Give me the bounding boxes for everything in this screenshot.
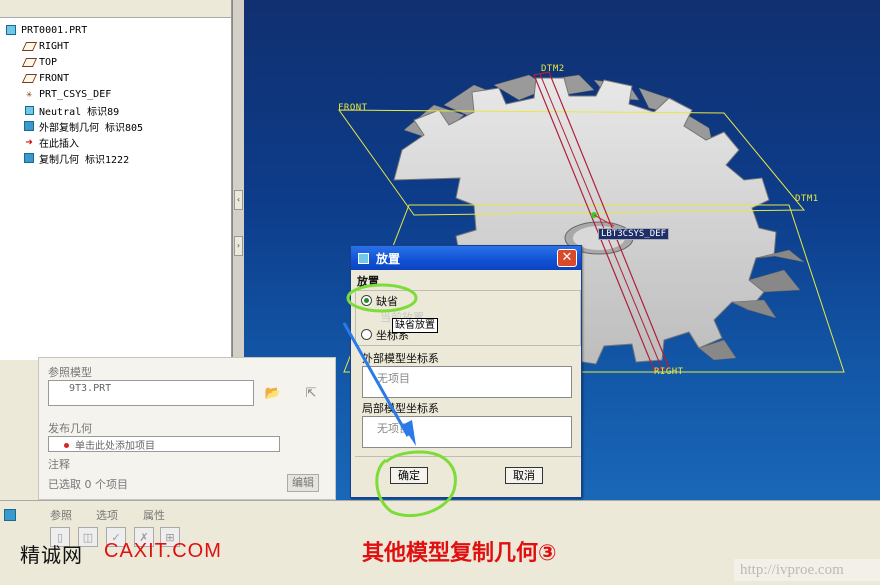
tree-item-front[interactable]: FRONT xyxy=(21,70,70,86)
publish-geom-field[interactable]: 单击此处添加项目 xyxy=(48,436,280,452)
dialog-app-icon xyxy=(358,252,369,264)
ok-button[interactable]: 确定 xyxy=(390,467,428,484)
collapse-left-icon[interactable]: ‹ xyxy=(234,190,243,210)
tree-item-top[interactable]: TOP xyxy=(21,54,58,70)
publish-geom-label: 发布几何 xyxy=(48,422,92,435)
insert-here-arrow-icon: ➜ xyxy=(25,135,33,149)
copy-geometry-icon xyxy=(22,152,36,164)
model-tree-panel: PRT0001.PRT RIGHT TOP FRONT ✳ PRT_CSYS_D… xyxy=(0,0,232,360)
tree-item-label: TOP xyxy=(39,56,58,68)
datum-label-front[interactable]: FRONT xyxy=(338,103,368,113)
expand-right-icon[interactable]: › xyxy=(234,236,243,256)
dialog-title: 放置 xyxy=(376,251,401,266)
tree-item-part[interactable]: PRT0001.PRT xyxy=(4,22,87,38)
external-csys-field[interactable]: 无项目 xyxy=(362,366,572,398)
bottom-dashboard-bar: 参照 选项 属性 ▯ ◫ ✓ ✗ ⊞ 精诚网 CAXIT.COM 其他模型复制几… xyxy=(0,500,880,585)
local-csys-field[interactable]: 无项目 xyxy=(362,416,572,448)
datum-label-dtm2[interactable]: DTM2 xyxy=(541,64,565,74)
datum-plane-icon xyxy=(21,56,37,68)
external-csys-label: 外部模型坐标系 xyxy=(362,352,439,365)
tree-item-label: PRT0001.PRT xyxy=(21,24,88,36)
button-divider xyxy=(355,456,581,457)
csys-label[interactable]: LBT3CSYS_DEF xyxy=(598,228,670,240)
tree-item-copy-geom[interactable]: 复制几何 标识1222 xyxy=(22,150,129,166)
close-icon[interactable]: ✕ xyxy=(557,249,577,267)
tab-options[interactable]: 选项 xyxy=(96,507,118,523)
brand-url: CAXIT.COM xyxy=(104,540,222,562)
notes-label: 注释 xyxy=(48,458,70,471)
datum-label-right[interactable]: RIGHT xyxy=(654,367,684,377)
required-dot-icon xyxy=(64,443,69,448)
ref-model-field[interactable]: 9T3.PRT xyxy=(48,380,254,406)
copy-geometry-dashboard: 参照模型 9T3.PRT 📂 ⇱ 发布几何 单击此处添加项目 注释 已选取 0 … xyxy=(38,357,336,500)
ref-model-label: 参照模型 xyxy=(48,366,92,379)
tree-item-external-copy-geom[interactable]: 外部复制几何 标识805 xyxy=(22,118,143,134)
part-icon xyxy=(4,24,18,36)
placement-dialog: 放置 ✕ 放置 缺省 坐标系 外部模型坐标系 无项目 局部模型坐标系 无项目 确… xyxy=(350,245,582,498)
tree-item-right[interactable]: RIGHT xyxy=(21,38,70,54)
default-radio-label[interactable]: 缺省 xyxy=(376,293,398,309)
datum-label-dtm1[interactable]: DTM1 xyxy=(795,194,819,204)
tab-references[interactable]: 参照 xyxy=(50,507,72,523)
tree-item-csys[interactable]: ✳ PRT_CSYS_DEF xyxy=(22,86,111,102)
tree-item-insert-here[interactable]: ➜ 在此插入 xyxy=(22,134,79,150)
coordinate-system-icon: ✳ xyxy=(25,88,33,100)
placement-section-label: 放置 xyxy=(357,275,379,288)
cancel-button[interactable]: 取消 xyxy=(505,467,543,484)
dialog-titlebar[interactable]: 放置 xyxy=(351,246,581,270)
selected-count-text: 已选取 0 个项目 xyxy=(48,478,128,491)
watermark: http://ivproe.com xyxy=(734,559,880,581)
datum-plane-icon xyxy=(21,72,37,84)
datum-plane-icon xyxy=(21,40,37,52)
tree-item-label: RIGHT xyxy=(39,40,70,52)
tree-item-label: 外部复制几何 标识805 xyxy=(39,122,144,134)
model-tree-header xyxy=(0,0,231,18)
open-model-icon[interactable]: ⇱ xyxy=(299,382,323,404)
tree-item-label: 在此插入 xyxy=(39,138,79,150)
slide-title: 其他模型复制几何③ xyxy=(362,541,557,566)
copy-geometry-tool-icon xyxy=(4,509,20,525)
tree-item-label: FRONT xyxy=(39,72,70,84)
tree-splitter[interactable]: ‹ › xyxy=(232,0,244,360)
edit-button[interactable]: 编辑 xyxy=(287,474,319,492)
copy-geometry-icon xyxy=(22,120,36,132)
default-placement-tooltip: 缺省放置 xyxy=(392,318,438,333)
open-folder-icon[interactable]: 📂 xyxy=(261,382,285,404)
tree-item-label: PRT_CSYS_DEF xyxy=(39,88,112,100)
tree-item-label: 复制几何 标识1222 xyxy=(39,154,130,166)
brand-name: 精诚网 xyxy=(20,545,83,567)
tab-properties[interactable]: 属性 xyxy=(143,507,165,523)
tree-item-label: Neutral 标识89 xyxy=(39,106,120,118)
default-radio[interactable] xyxy=(361,295,372,306)
tree-item-neutral[interactable]: Neutral 标识89 xyxy=(22,102,119,118)
local-csys-label: 局部模型坐标系 xyxy=(362,402,439,415)
csys-radio[interactable] xyxy=(361,329,372,340)
neutral-icon xyxy=(22,104,36,116)
